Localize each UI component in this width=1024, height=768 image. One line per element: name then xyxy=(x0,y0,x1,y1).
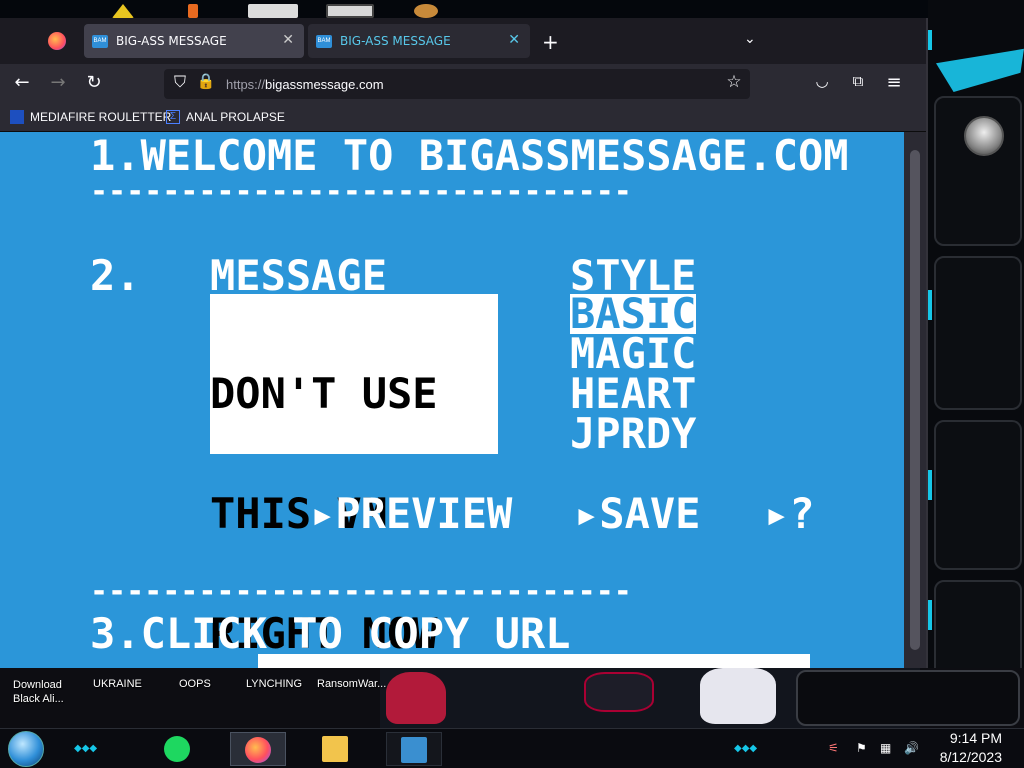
desktop-icon-oops[interactable]: OOPS xyxy=(179,678,211,690)
shield-icon[interactable]: ⛉ xyxy=(168,72,192,92)
alien-head-icon xyxy=(964,116,1004,156)
taskbar: ◆◆◆ ◆◆◆ ⚟ ⚑ ▦ 🔊 9:14 PM 8/12/2023 xyxy=(0,728,1024,768)
desktop-icon-peek xyxy=(188,4,198,18)
bookmark-second[interactable]: Σ ANAL PROLAPSE xyxy=(166,110,285,124)
preview-button[interactable]: ▸PREVIEW xyxy=(310,493,512,535)
desktop-icon-ransomwar[interactable]: RansomWar... xyxy=(317,678,386,690)
back-arrow-icon[interactable]: ← xyxy=(10,72,34,93)
tab-bar: BAM BIG-ASS MESSAGE ✕ BAM BIG-ASS MESSAG… xyxy=(0,18,926,64)
tray-volume-icon[interactable]: 🔊 xyxy=(904,741,919,755)
taskbar-firefox[interactable] xyxy=(230,732,286,766)
bookmark-label: MEDIAFIRE ROULETTER xyxy=(30,110,172,124)
style-option-basic[interactable]: BASIC xyxy=(570,293,697,335)
bookmarks-toolbar: MEDIAFIRE ROULETTER Σ ANAL PROLAPSE xyxy=(0,104,926,132)
tab-title: BIG-ASS MESSAGE xyxy=(116,34,227,48)
step2-number: 2. xyxy=(90,251,141,300)
lock-icon[interactable]: 🔒 xyxy=(194,72,218,90)
system-clock[interactable]: 9:14 PM 8/12/2023 xyxy=(922,729,1002,767)
sigma-icon: Σ xyxy=(166,110,180,124)
tray-network-icon[interactable]: ▦ xyxy=(880,741,891,755)
forward-arrow-icon[interactable]: → xyxy=(46,72,70,93)
folder-icon xyxy=(322,736,348,762)
gadget-block xyxy=(934,256,1022,410)
navigation-toolbar: ← → ↻ ⛉ 🔒 https://bigassmessage.com ☆ ◡ … xyxy=(0,64,926,104)
bam-favicon-icon: BAM xyxy=(316,34,332,48)
desktop-icon-peek xyxy=(248,4,298,18)
wallpaper-frame xyxy=(796,670,1020,726)
firefox-view-icon[interactable] xyxy=(48,32,66,50)
divider: ------------------------------ xyxy=(90,574,632,609)
desktop-icon-peek xyxy=(414,4,438,18)
extensions-icon[interactable]: ⧉ xyxy=(846,72,870,90)
taskbar-accent: ◆◆◆ xyxy=(74,743,98,754)
style-option-heart[interactable]: HEART xyxy=(570,373,696,415)
desktop-icon-lynching[interactable]: LYNCHING xyxy=(246,678,302,690)
message-textarea[interactable]: DON'T USE THIS VM RIGHT NOW xyxy=(210,294,498,655)
step3-heading: 3.CLICK TO COPY URL xyxy=(90,609,571,658)
gadget-accent xyxy=(928,290,932,320)
clock-time: 9:14 PM xyxy=(949,730,1002,746)
save-button[interactable]: ▸SAVE xyxy=(574,493,700,535)
copy-url-field[interactable] xyxy=(258,654,810,668)
desktop-strip: Download Black Ali... UKRAINE OOPS LYNCH… xyxy=(0,668,1024,728)
new-tab-plus-icon[interactable]: + xyxy=(542,30,559,54)
start-button[interactable] xyxy=(8,731,44,767)
taskbar-accent: ◆◆◆ xyxy=(734,743,758,754)
taskbar-file-explorer[interactable] xyxy=(308,732,364,766)
wallpaper-shoe xyxy=(700,668,776,724)
gadget-accent xyxy=(928,30,932,50)
gadget-accent xyxy=(928,600,932,630)
divider: ------------------------------ xyxy=(90,174,632,209)
page-scrollbar[interactable] xyxy=(904,132,926,668)
style-option-jprdy[interactable]: JPRDY xyxy=(570,413,696,455)
taskbar-app[interactable] xyxy=(386,732,442,766)
gadget-swoosh xyxy=(936,48,1024,92)
scrollbar-thumb[interactable] xyxy=(910,150,920,650)
bam-favicon-icon: BAM xyxy=(92,34,108,48)
gadget-block xyxy=(934,420,1022,570)
message-line: DON'T USE xyxy=(210,369,438,418)
tray-ime-icon[interactable]: ⚟ xyxy=(828,741,839,755)
tab-bigassmessage-1[interactable]: BAM BIG-ASS MESSAGE ✕ xyxy=(84,24,304,58)
bookmark-star-icon[interactable]: ☆ xyxy=(722,72,746,92)
desktop-icon-peek xyxy=(112,4,134,18)
url-text[interactable]: https://bigassmessage.com xyxy=(226,77,384,92)
bookmark-mediafire-rouletter[interactable]: MEDIAFIRE ROULETTER xyxy=(10,110,171,124)
pocket-icon[interactable]: ◡ xyxy=(810,72,834,90)
address-bar[interactable]: ⛉ 🔒 https://bigassmessage.com ☆ xyxy=(164,69,750,99)
help-button[interactable]: ▸? xyxy=(764,493,815,535)
gadget-accent xyxy=(928,470,932,500)
close-tab-icon[interactable]: ✕ xyxy=(508,32,520,48)
menu-hamburger-icon[interactable]: ≡ xyxy=(882,72,906,93)
bookmark-label: ANAL PROLAPSE xyxy=(186,110,285,124)
step1-heading: 1.WELCOME TO BIGASSMESSAGE.COM xyxy=(90,132,849,180)
close-tab-icon[interactable]: ✕ xyxy=(282,32,294,48)
mft-icon xyxy=(10,110,24,124)
desktop: BAM BIG-ASS MESSAGE ✕ BAM BIG-ASS MESSAG… xyxy=(0,0,1024,768)
download-app-icon xyxy=(401,737,427,763)
clock-date: 8/12/2023 xyxy=(939,749,1002,765)
bigassmessage-page: 1.WELCOME TO BIGASSMESSAGE.COM ---------… xyxy=(0,132,904,668)
reload-icon[interactable]: ↻ xyxy=(82,72,106,93)
alienware-gadget-panel xyxy=(928,0,1024,700)
firefox-icon xyxy=(245,737,271,763)
spotify-icon xyxy=(164,736,190,762)
taskbar-spotify[interactable] xyxy=(150,732,206,766)
wallpaper-shoe xyxy=(386,672,446,724)
message-heading: MESSAGE xyxy=(210,251,388,300)
desktop-icon-download-black-ali[interactable]: Download Black Ali... xyxy=(13,678,73,706)
wallpaper-shoe xyxy=(584,672,654,712)
tab-title: BIG-ASS MESSAGE xyxy=(340,34,451,48)
desktop-icon-peek xyxy=(326,4,374,18)
tab-bigassmessage-2[interactable]: BAM BIG-ASS MESSAGE ✕ xyxy=(308,24,530,58)
firefox-window: BAM BIG-ASS MESSAGE ✕ BAM BIG-ASS MESSAG… xyxy=(0,18,928,668)
style-option-magic[interactable]: MAGIC xyxy=(570,333,696,375)
desktop-icon-ukraine[interactable]: UKRAINE xyxy=(93,678,142,690)
tray-flag-icon[interactable]: ⚑ xyxy=(856,741,867,755)
list-all-tabs-chevron-icon[interactable]: ⌄ xyxy=(744,31,756,47)
